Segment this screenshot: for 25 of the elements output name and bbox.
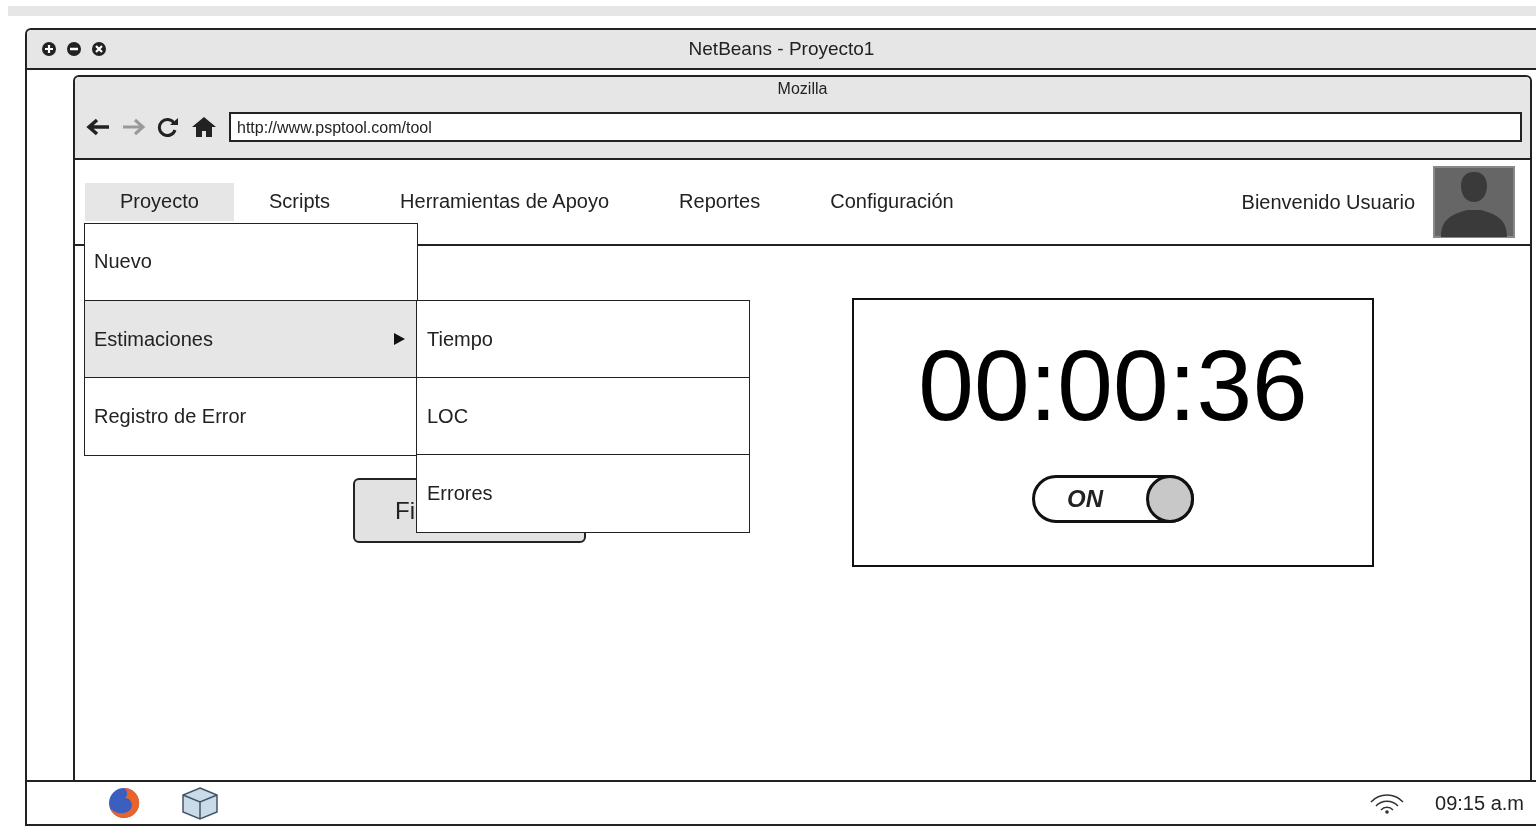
back-icon[interactable] bbox=[85, 117, 111, 137]
close-icon[interactable] bbox=[91, 41, 107, 57]
reload-icon[interactable] bbox=[157, 117, 181, 137]
submenu-item[interactable]: Tiempo bbox=[417, 301, 749, 378]
maximize-icon[interactable] bbox=[41, 41, 57, 57]
clock-text: 09:15 a.m bbox=[1435, 791, 1524, 815]
browser-globe-icon[interactable] bbox=[107, 786, 141, 820]
avatar-icon[interactable] bbox=[1433, 166, 1515, 238]
browser-title: Mozilla bbox=[777, 80, 828, 98]
nav-tab[interactable]: Configuración bbox=[795, 183, 989, 221]
welcome-text: Bienvenido Usuario bbox=[1241, 190, 1415, 214]
cube-icon[interactable] bbox=[181, 786, 219, 820]
nav-tab[interactable]: Scripts bbox=[233, 183, 366, 221]
submenu-item[interactable]: Errores bbox=[417, 455, 749, 532]
window-title: NetBeans - Proyecto1 bbox=[688, 38, 875, 60]
home-icon[interactable] bbox=[191, 116, 217, 138]
nav-tab[interactable]: Reportes bbox=[644, 183, 796, 221]
nav-tab[interactable]: Proyecto bbox=[85, 183, 234, 221]
url-field[interactable]: http://www.psptool.com/tool bbox=[229, 112, 1522, 142]
toggle-switch[interactable]: ON bbox=[1032, 475, 1194, 523]
submenu-item[interactable]: LOC bbox=[417, 378, 749, 455]
minimize-icon[interactable] bbox=[66, 41, 82, 57]
timer-display: 00:00:36 bbox=[918, 335, 1308, 435]
nav-tab[interactable]: Herramientas de Apoyo bbox=[365, 183, 645, 221]
menu-item[interactable]: Estimaciones bbox=[85, 301, 417, 378]
